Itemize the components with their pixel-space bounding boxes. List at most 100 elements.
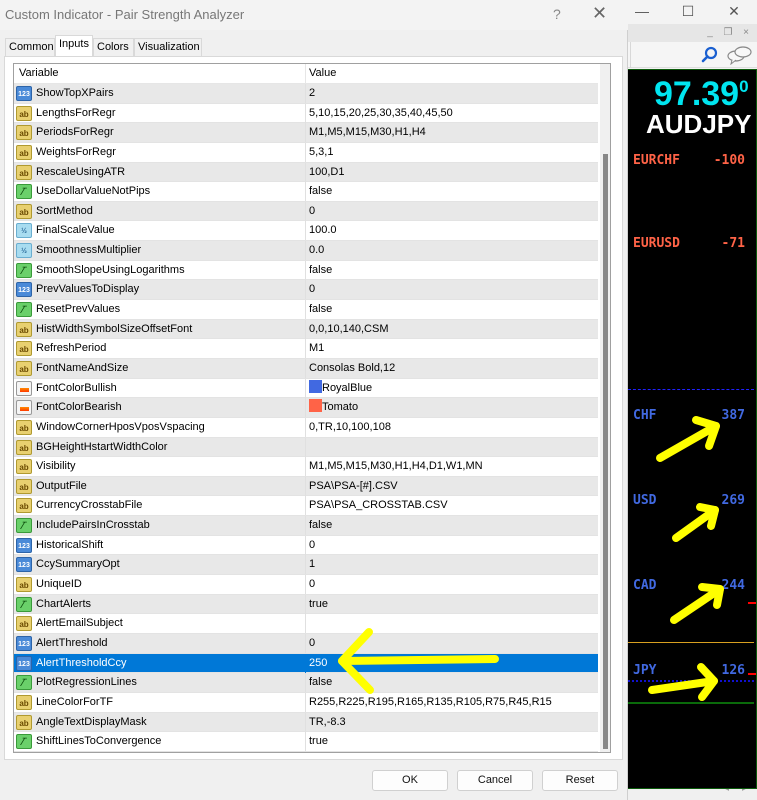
input-row[interactable]: 123 ShowTopXPairs 2: [14, 84, 598, 104]
input-value-field[interactable]: M1,M5,M15,M30,H1,H4: [309, 123, 426, 141]
input-value-field[interactable]: PSA\PSA_CROSSTAB.CSV: [309, 496, 448, 514]
input-value-field[interactable]: 2: [309, 84, 315, 102]
input-value-field[interactable]: 1: [309, 555, 315, 573]
input-row[interactable]: ⁄‾ PlotRegressionLines false: [14, 673, 598, 693]
input-value-field[interactable]: 5,3,1: [309, 143, 333, 161]
input-variable-name: IncludePairsInCrosstab: [36, 519, 150, 532]
input-value-field[interactable]: false: [309, 300, 332, 318]
input-value-field[interactable]: 5,10,15,20,25,30,35,40,45,50: [309, 104, 453, 122]
input-row[interactable]: ab LengthsForRegr 5,10,15,20,25,30,35,40,4…: [14, 103, 598, 124]
input-row[interactable]: ab CurrencyCrosstabFile PSA\PSA_CROSSTAB.C…: [14, 496, 598, 517]
input-value-field[interactable]: false: [309, 182, 332, 200]
input-value-field[interactable]: M1,M5,M15,M30,H1,H4,D1,W1,MN: [309, 457, 483, 475]
tab-common[interactable]: Common: [5, 38, 55, 57]
input-value-field[interactable]: Consolas Bold,12: [309, 359, 395, 377]
input-value-field[interactable]: PSA\PSA-[#].CSV: [309, 477, 398, 495]
dialog-titlebar[interactable]: Custom Indicator - Pair Strength Analyze…: [0, 0, 628, 30]
input-value-field[interactable]: 0: [309, 575, 315, 593]
input-row[interactable]: ab RescaleUsingATR 100,D1: [14, 162, 598, 183]
search-icon[interactable]: [700, 45, 720, 65]
input-row[interactable]: ab PeriodsForRegr M1,M5,M15,M30,H1,H4: [14, 123, 598, 143]
input-value-field[interactable]: 0: [309, 280, 315, 298]
tab-visualization[interactable]: Visualization: [134, 38, 202, 57]
tab-inputs[interactable]: Inputs: [55, 35, 93, 57]
color-swatch[interactable]: [309, 379, 322, 393]
input-row[interactable]: ab UniqueID 0: [14, 575, 598, 595]
column-header-variable[interactable]: Variable: [19, 67, 59, 79]
input-row[interactable]: ab WindowCornerHposVposVspacing 0,TR,10,10…: [14, 417, 598, 438]
input-row[interactable]: 123 CcySummaryOpt 1: [14, 555, 598, 576]
reset-button[interactable]: Reset: [542, 770, 618, 791]
input-row[interactable]: ab AngleTextDisplayMask TR,-8.3: [14, 712, 598, 733]
input-value-field[interactable]: 0: [309, 536, 315, 554]
input-variable-name: WindowCornerHposVposVspacing: [36, 420, 205, 433]
scrollbar-thumb[interactable]: [603, 154, 608, 749]
mdi-restore-button[interactable]: ❐: [720, 26, 736, 40]
input-value-field[interactable]: true: [309, 595, 328, 613]
input-row[interactable]: ab RefreshPeriod M1: [14, 339, 598, 359]
input-row[interactable]: ab OutputFile PSA\PSA-[#].CSV: [14, 476, 598, 497]
input-value-field[interactable]: 100,D1: [309, 163, 344, 181]
input-value-field[interactable]: Tomato: [309, 398, 358, 416]
input-value-field[interactable]: false: [309, 516, 332, 534]
cancel-button[interactable]: Cancel: [457, 770, 533, 791]
input-value-field[interactable]: M1: [309, 339, 324, 357]
input-row[interactable]: 123 AlertThreshold 0: [14, 633, 598, 654]
price-chart[interactable]: 97.390 AUDJPY EURCHF -100 EURUSD -71 CHF…: [627, 69, 757, 789]
input-value-field[interactable]: 0: [309, 634, 315, 652]
input-row[interactable]: ⁄‾ IncludePairsInCrosstab false: [14, 516, 598, 536]
column-divider: [305, 123, 306, 143]
input-row[interactable]: ⁄‾ ChartAlerts true: [14, 594, 598, 615]
input-row[interactable]: ab LineColorForTF R255,R225,R195,R165,R135…: [14, 692, 598, 713]
close-button[interactable]: ✕: [592, 3, 607, 24]
integer-type-icon: 123: [16, 86, 32, 101]
input-row[interactable]: 123 PrevValuesToDisplay 0: [14, 280, 598, 301]
window-close-button[interactable]: ✕: [724, 2, 744, 20]
window-maximize-button[interactable]: ☐: [678, 2, 698, 20]
input-value-field[interactable]: 0.0: [309, 241, 324, 259]
input-row[interactable]: 123 HistoricalShift 0: [14, 535, 598, 556]
input-row[interactable]: ½ FinalScaleValue 100.0: [14, 221, 598, 242]
input-row[interactable]: ab Visibility M1,M5,M15,M30,H1,H4,D1,W1,MN: [14, 457, 598, 477]
input-value-field[interactable]: false: [309, 673, 332, 691]
input-row[interactable]: ⁄‾ ShiftLinesToConvergence true: [14, 732, 598, 752]
input-value-field[interactable]: R255,R225,R195,R165,R135,R105,R75,R45,R1…: [309, 693, 552, 711]
mdi-close-button[interactable]: ×: [738, 26, 754, 40]
ok-button[interactable]: OK: [372, 770, 448, 791]
input-row[interactable]: ab AlertEmailSubject: [14, 614, 598, 634]
input-row[interactable]: FontColorBullish RoyalBlue: [14, 378, 598, 399]
input-row[interactable]: ½ SmoothnessMultiplier 0.0: [14, 241, 598, 261]
input-value-field[interactable]: TR,-8.3: [309, 713, 346, 731]
input-row[interactable]: FontColorBearish Tomato: [14, 398, 598, 418]
column-divider[interactable]: [305, 64, 306, 84]
input-row[interactable]: ⁄‾ ResetPrevValues false: [14, 300, 598, 320]
currency-value: 387: [721, 408, 745, 423]
column-header-value[interactable]: Value: [309, 67, 336, 79]
input-row[interactable]: ⁄‾ UseDollarValueNotPips false: [14, 182, 598, 202]
input-value-field[interactable]: 0,TR,10,100,108: [309, 418, 391, 436]
input-value-field[interactable]: 0,0,10,140,CSM: [309, 320, 389, 338]
input-row[interactable]: ab BGHeightHstartWidthColor: [14, 437, 598, 458]
input-variable-name: CcySummaryOpt: [36, 558, 120, 571]
input-row[interactable]: ab FontNameAndSize Consolas Bold,12: [14, 358, 598, 379]
color-swatch[interactable]: [309, 399, 322, 413]
input-row[interactable]: ab HistWidthSymbolSizeOffsetFont 0,0,10,14…: [14, 319, 598, 340]
input-row[interactable]: 123 AlertThresholdCcy 250: [14, 653, 598, 674]
input-row[interactable]: ab SortMethod 0: [14, 201, 598, 222]
input-value-field[interactable]: true: [309, 732, 328, 750]
tab-colors[interactable]: Colors: [93, 38, 134, 57]
mdi-minimize-button[interactable]: _: [702, 26, 718, 40]
input-value-field[interactable]: 250: [309, 654, 327, 672]
input-value-field[interactable]: false: [309, 261, 332, 279]
window-minimize-button[interactable]: —: [632, 2, 652, 20]
input-value-field[interactable]: RoyalBlue: [309, 379, 372, 397]
input-row[interactable]: ab WeightsForRegr 5,3,1: [14, 142, 598, 163]
vertical-scrollbar[interactable]: [600, 64, 610, 752]
help-button[interactable]: ?: [553, 6, 561, 22]
chat-icon[interactable]: [726, 45, 754, 65]
input-row[interactable]: ⁄‾ SmoothSlopeUsingLogarithms false: [14, 260, 598, 281]
input-value-field[interactable]: 0: [309, 202, 315, 220]
toolbar-separator: [630, 42, 631, 68]
input-value-field[interactable]: 100.0: [309, 221, 337, 239]
currency-name: USD: [633, 493, 657, 508]
